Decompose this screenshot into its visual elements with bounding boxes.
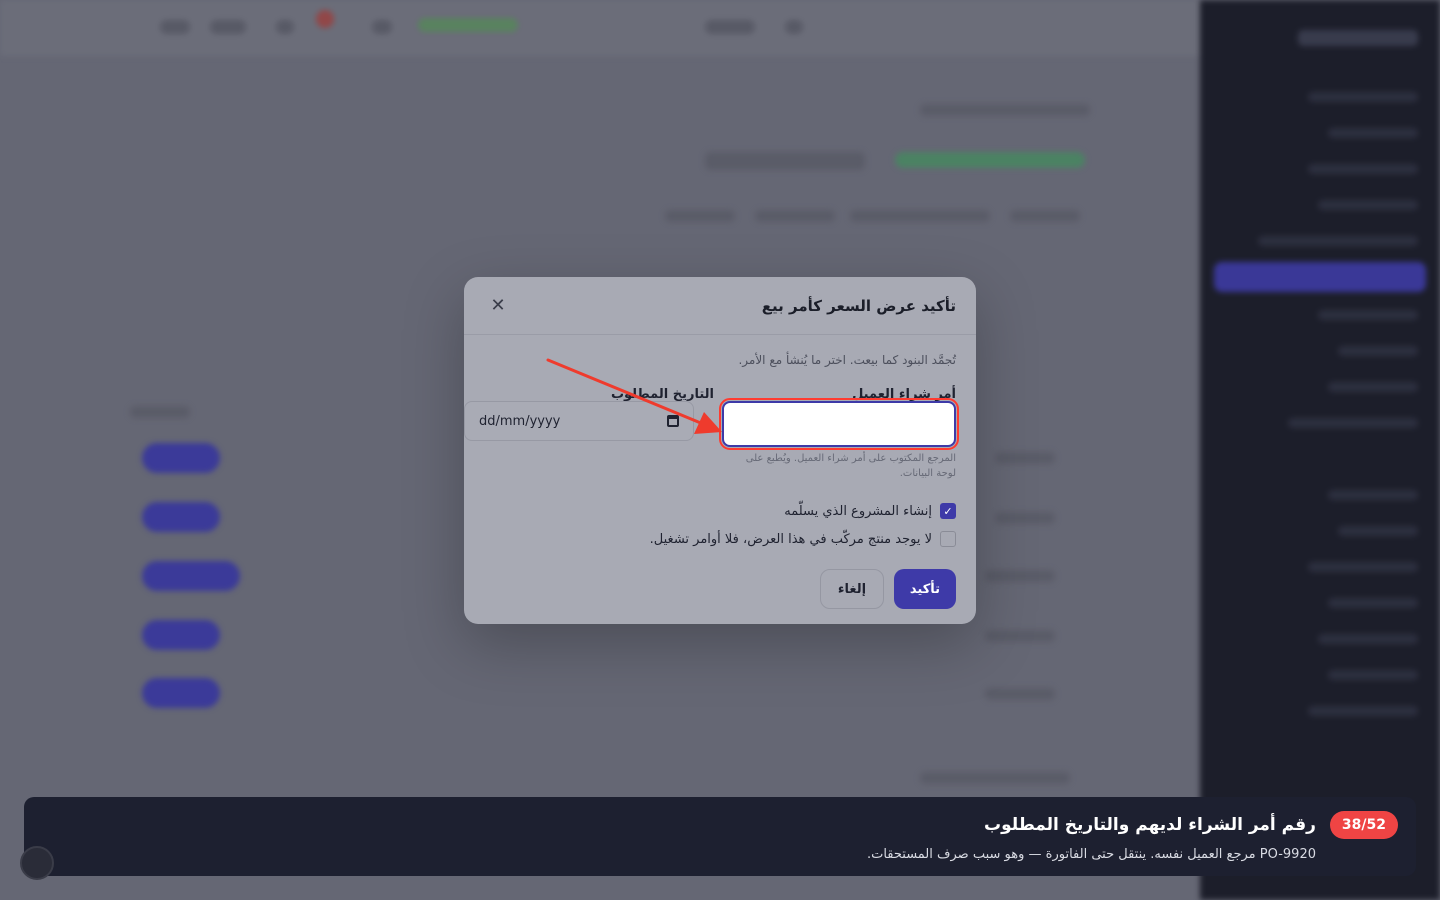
dialog-actions: تأكيد إلغاء <box>484 569 956 609</box>
customer-po-label: أمر شراء العميل <box>852 387 956 402</box>
create-project-checkbox[interactable]: ✓ <box>940 503 956 519</box>
dialog-title: تأكيد عرض السعر كأمر بيع <box>761 296 956 315</box>
create-project-row[interactable]: ✓ إنشاء المشروع الذي يسلّمه <box>484 497 956 525</box>
customer-po-hint: المرجع المكتوب على أمر شراء العميل. ويُط… <box>745 453 956 479</box>
close-icon[interactable]: ✕ <box>484 292 512 320</box>
tour-description: PO-9920 مرجع العميل نفسه. ينتقل حتى الفا… <box>866 847 1316 862</box>
no-build-row[interactable]: لا يوجد منتج مركّب في هذا العرض، فلا أوا… <box>484 525 956 553</box>
customer-po-input[interactable] <box>719 398 959 450</box>
confirm-quote-dialog: تأكيد عرض السعر كأمر بيع ✕ تُجمَّد البنو… <box>464 277 976 624</box>
dialog-header: تأكيد عرض السعر كأمر بيع ✕ <box>464 277 976 335</box>
no-build-label: لا يوجد منتج مركّب في هذا العرض، فلا أوا… <box>649 531 932 547</box>
tour-header: 38/52 رقم أمر الشراء لديهم والتاريخ المط… <box>42 811 1398 839</box>
tour-title: رقم أمر الشراء لديهم والتاريخ المطلوب <box>984 815 1316 835</box>
arrow-shaft <box>546 358 710 428</box>
help-icon[interactable] <box>20 846 54 880</box>
confirm-button[interactable]: تأكيد <box>894 569 956 609</box>
tour-banner: 38/52 رقم أمر الشراء لديهم والتاريخ المط… <box>24 797 1416 876</box>
tutorial-arrow-icon <box>546 358 722 434</box>
cancel-button[interactable]: إلغاء <box>820 569 884 609</box>
tour-step-badge: 38/52 <box>1329 811 1398 839</box>
create-project-label: إنشاء المشروع الذي يسلّمه <box>784 503 932 519</box>
no-build-checkbox[interactable] <box>940 531 956 547</box>
